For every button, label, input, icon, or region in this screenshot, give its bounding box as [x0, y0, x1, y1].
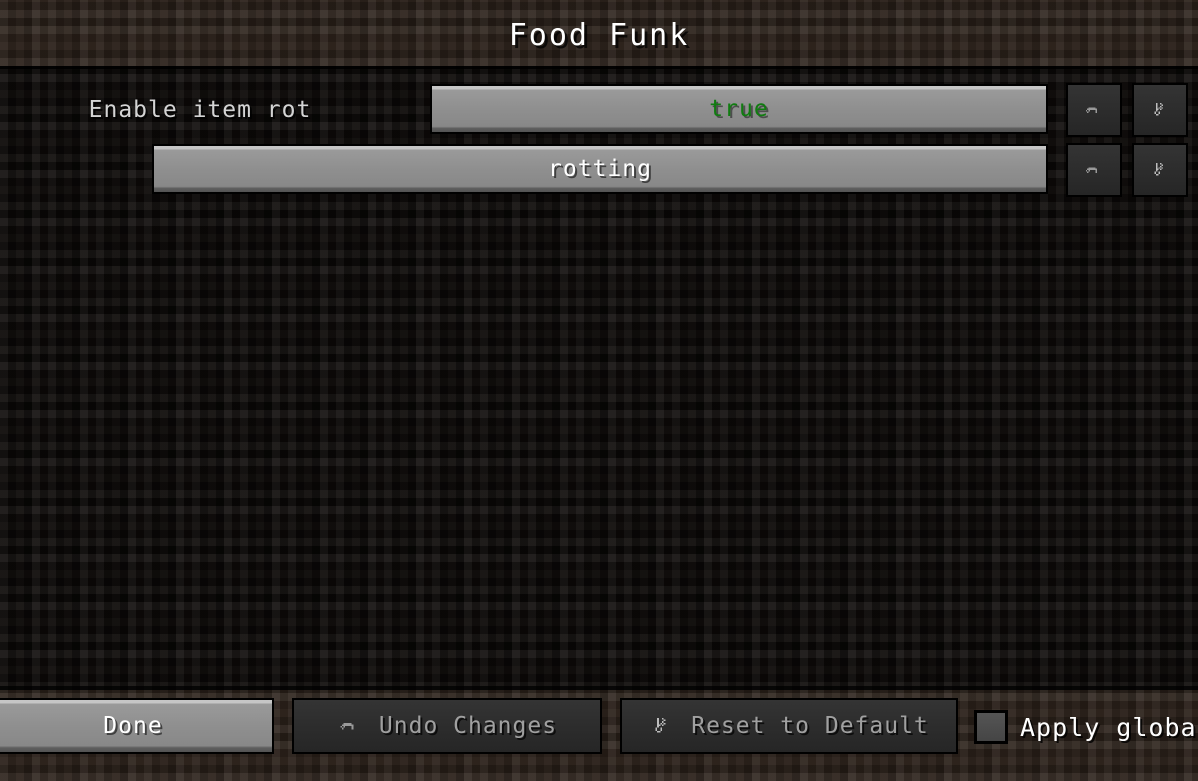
apply-global-label: Apply global	[1020, 712, 1198, 742]
page-title: Food Funk	[508, 18, 690, 53]
undo-changes-button[interactable]: Undo Changes	[292, 698, 602, 754]
reset-to-default-label: Reset to Default	[691, 713, 929, 739]
reset-key-icon	[649, 713, 675, 739]
row-reset-button[interactable]	[1132, 83, 1188, 137]
row-reset-button[interactable]	[1132, 143, 1188, 197]
undo-arrow-icon	[337, 713, 363, 739]
reset-key-icon	[1149, 159, 1171, 181]
rotting-field[interactable]: rotting	[152, 144, 1048, 194]
apply-global-checkbox[interactable]	[974, 710, 1008, 744]
config-row: rotting	[0, 143, 1198, 197]
row-undo-button[interactable]	[1066, 83, 1122, 137]
undo-changes-label: Undo Changes	[378, 713, 558, 739]
config-row-label: Enable item rot	[88, 97, 312, 123]
config-screen: Food Funk Enable item rot true rotting D…	[0, 0, 1198, 781]
undo-arrow-icon	[1083, 159, 1105, 181]
undo-arrow-icon	[1083, 99, 1105, 121]
row-undo-button[interactable]	[1066, 143, 1122, 197]
reset-key-icon	[1149, 99, 1171, 121]
header-divider	[0, 66, 1198, 69]
enable-item-rot-toggle[interactable]: true	[430, 84, 1048, 134]
config-row: Enable item rot true	[0, 83, 1198, 137]
reset-to-default-button[interactable]: Reset to Default	[620, 698, 958, 754]
done-button[interactable]: Done	[0, 698, 274, 754]
apply-global-control[interactable]: Apply global	[974, 705, 1198, 749]
